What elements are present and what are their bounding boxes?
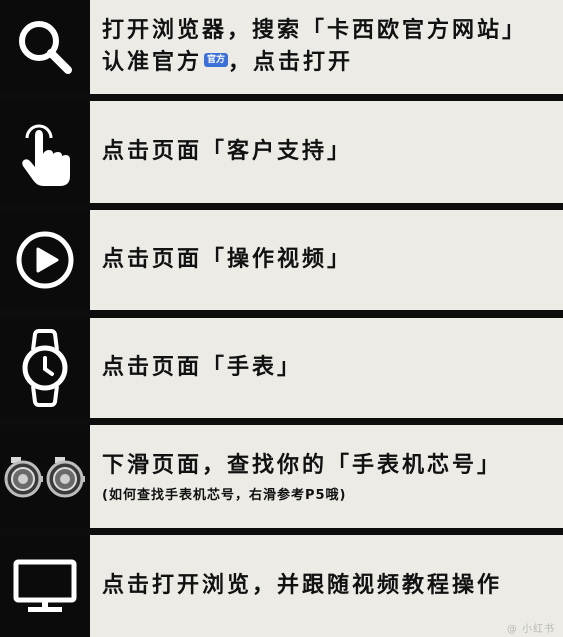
step-1-line1: 打开浏览器，搜索「卡西欧官方网站」 (102, 18, 528, 43)
step-4: 点击页面「手表」 (0, 318, 563, 418)
step-5: 下滑页面，查找你的「手表机芯号」 (如何查找手表机芯号，右滑参考P5哦) (0, 425, 563, 528)
step-1-line2-suffix: ，点击打开 (228, 50, 354, 75)
step-2-text: 点击页面「客户支持」 (90, 101, 563, 203)
step-5-icon-cell (0, 425, 90, 528)
step-6-icon-cell (0, 535, 90, 637)
step-2-label: 点击页面「客户支持」 (102, 139, 353, 164)
official-badge: 官方 (204, 53, 229, 67)
step-6-label: 点击打开浏览，并跟随视频教程操作 (102, 573, 503, 598)
step-5-text: 下滑页面，查找你的「手表机芯号」 (如何查找手表机芯号，右滑参考P5哦) (90, 425, 563, 528)
step-4-text: 点击页面「手表」 (90, 318, 563, 418)
watch-caseback-icon (4, 456, 85, 497)
steps-list: 打开浏览器，搜索「卡西欧官方网站」 认准官方 官方 ，点击打开 点击页面「客户支持」… (0, 0, 563, 637)
tap-hand-icon (22, 124, 70, 186)
play-circle-icon (16, 231, 74, 289)
step-2-icon-cell (0, 101, 90, 203)
monitor-icon (13, 559, 77, 612)
step-3-icon-cell (0, 210, 90, 310)
search-icon (19, 21, 72, 74)
step-1-icon-cell (0, 0, 90, 94)
step-3-text: 点击页面「操作视频」 (90, 210, 563, 310)
step-3-label: 点击页面「操作视频」 (102, 247, 353, 272)
step-4-label: 点击页面「手表」 (102, 355, 303, 380)
watch-icon (22, 329, 68, 407)
step-1-line2-prefix: 认准官方 (102, 50, 203, 75)
watermark: @ 小红书 (506, 624, 555, 635)
step-1-line2: 认准官方 官方 ，点击打开 (102, 47, 563, 79)
step-5-subtext: (如何查找手表机芯号，右滑参考P5哦) (102, 488, 347, 503)
step-4-icon-cell (0, 318, 90, 418)
step-6: 点击打开浏览，并跟随视频教程操作 (0, 535, 563, 637)
step-3: 点击页面「操作视频」 (0, 210, 563, 310)
step-5-label: 下滑页面，查找你的「手表机芯号」 (102, 453, 503, 478)
step-1-text: 打开浏览器，搜索「卡西欧官方网站」 认准官方 官方 ，点击打开 (90, 0, 563, 94)
step-2: 点击页面「客户支持」 (0, 101, 563, 203)
step-1: 打开浏览器，搜索「卡西欧官方网站」 认准官方 官方 ，点击打开 (0, 0, 563, 94)
step-6-text: 点击打开浏览，并跟随视频教程操作 (90, 535, 563, 637)
